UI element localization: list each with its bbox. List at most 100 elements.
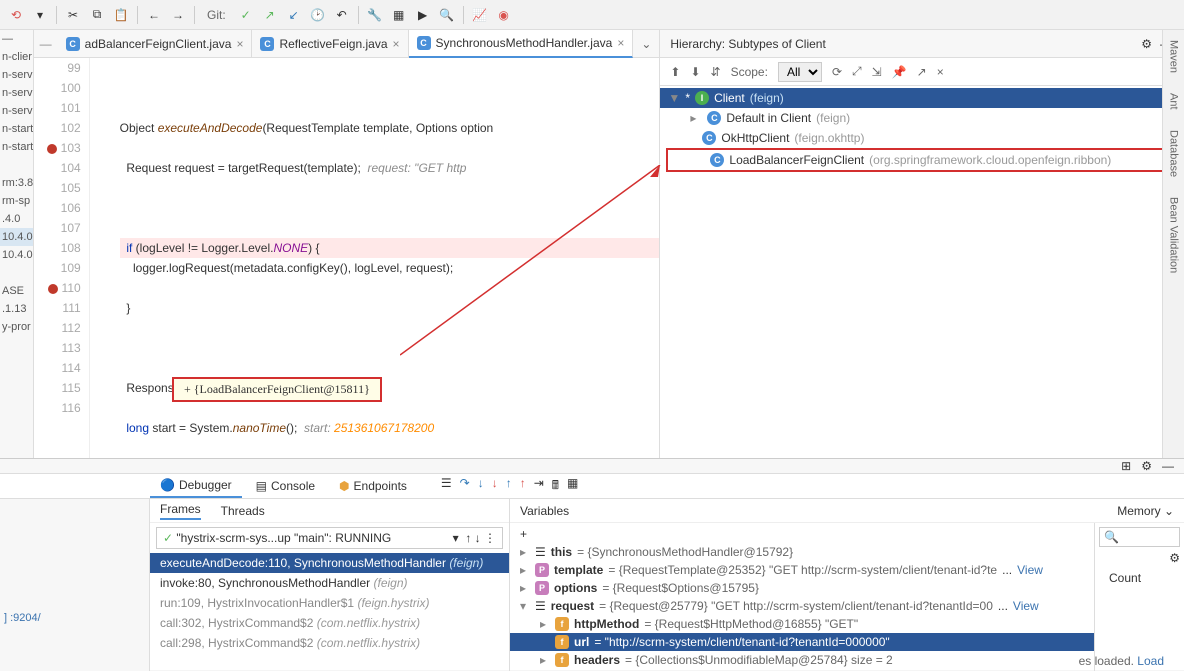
run-icon[interactable]: ▶ <box>415 7 431 23</box>
debugger-tab[interactable]: 🔵Debugger <box>150 474 242 498</box>
dropdown-icon[interactable]: ▾ <box>32 7 48 23</box>
hier-item-okhttp[interactable]: COkHttpClient (feign.okhttp) <box>660 128 1184 148</box>
back-icon[interactable]: ← <box>146 7 162 23</box>
step-over-icon[interactable]: ↷ <box>460 476 470 497</box>
close-icon[interactable]: × <box>617 36 624 50</box>
console-tab[interactable]: ▤Console <box>246 475 325 497</box>
var-row[interactable]: ▸f httpMethod = {Request$HttpMethod@1685… <box>510 615 1094 633</box>
hierarchy-title: Hierarchy: Subtypes of Client <box>670 37 825 51</box>
var-row[interactable]: ▸f headers = {Collections$UnmodifiableMa… <box>510 651 1094 669</box>
gear-icon[interactable]: ⚙ <box>1139 36 1155 52</box>
frame-item[interactable]: executeAndDecode:110, SynchronousMethodH… <box>150 553 509 573</box>
layout-icon[interactable]: ⊞ <box>1121 459 1131 473</box>
refresh-icon[interactable]: ⟳ <box>832 65 842 79</box>
run-cursor-icon[interactable]: ⇥ <box>534 476 544 497</box>
variables-list[interactable]: + ▸☰ this = {SynchronousMethodHandler@15… <box>510 523 1094 671</box>
line-gutter[interactable]: 99100101102 103 104105106107108109 110 1… <box>34 58 90 458</box>
debug-panel: ⊞ ⚙ — 🔵Debugger ▤Console ⬢Endpoints ☰ ↷ … <box>0 458 1184 670</box>
thread-selector[interactable]: ✓ "hystrix-scrm-sys...up "main": RUNNING… <box>156 527 503 549</box>
expand-icon[interactable]: ⤢ <box>852 64 862 79</box>
var-row[interactable]: ▸☰ this = {SynchronousMethodHandler@1579… <box>510 543 1094 561</box>
overflow-icon[interactable]: — <box>34 37 58 51</box>
fwd-icon[interactable]: → <box>170 7 186 23</box>
ant-tab[interactable]: Ant <box>1168 93 1180 110</box>
maven-tab[interactable]: Maven <box>1168 40 1180 73</box>
frame-item[interactable]: call:298, HystrixCommand$2 (com.netflix.… <box>150 633 509 653</box>
cut-icon[interactable]: ✂ <box>65 7 81 23</box>
hier-icon[interactable]: ⬆ <box>670 65 680 79</box>
threads-tab[interactable]: Threads <box>221 504 265 518</box>
paste-icon[interactable]: 📋 <box>113 7 129 23</box>
evaluate-icon[interactable]: 🖩 <box>552 476 559 497</box>
step-icon[interactable]: ☰ <box>441 476 452 497</box>
frames-tab[interactable]: Frames <box>160 502 201 520</box>
copy-icon[interactable]: ⧉ <box>89 7 105 23</box>
hier-item-loadbalancer[interactable]: CLoadBalancerFeignClient (org.springfram… <box>666 148 1178 172</box>
memory-label[interactable]: Memory <box>1117 504 1160 518</box>
status-loaded: es loaded. Load <box>1079 654 1164 668</box>
force-step-icon[interactable]: ↓ <box>492 476 498 497</box>
pin-icon[interactable]: 📌 <box>892 65 907 79</box>
step-out-icon[interactable]: ↑ <box>506 476 512 497</box>
git-push-icon[interactable]: ↗ <box>262 7 278 23</box>
var-row[interactable]: ▸P options = {Request$Options@15795} <box>510 579 1094 597</box>
drop-frame-icon[interactable]: ↑ <box>520 476 526 497</box>
tab-loadbalancer[interactable]: CadBalancerFeignClient.java× <box>58 30 253 58</box>
search-icon[interactable]: 🔍 <box>439 7 455 23</box>
bean-tab[interactable]: Bean Validation <box>1168 197 1180 273</box>
tab-reflective[interactable]: CReflectiveFeign.java× <box>252 30 408 58</box>
close-icon[interactable]: × <box>236 37 243 51</box>
hier-icon[interactable]: ⇵ <box>711 65 721 79</box>
variables-label: Variables <box>520 504 569 518</box>
memory-search[interactable]: 🔍 <box>1099 527 1180 547</box>
gear-icon[interactable]: ⚙ <box>1169 551 1180 565</box>
var-row[interactable]: ▸P template = {RequestTemplate@25352} "G… <box>510 561 1094 579</box>
status-link[interactable]: ] :9204/ <box>0 610 45 626</box>
coverage-icon[interactable]: ◉ <box>496 7 512 23</box>
gear-icon[interactable]: ⚙ <box>1141 459 1152 473</box>
main-toolbar: ⟲ ▾ ✂ ⧉ 📋 ← → Git: ✓ ↗ ↙ 🕑 ↶ 🔧 ▦ ▶ 🔍 📈 ◉ <box>0 0 1184 30</box>
count-header: Count <box>1099 565 1180 585</box>
tab-synchronous[interactable]: CSynchronousMethodHandler.java× <box>409 30 634 58</box>
git-history-icon[interactable]: 🕑 <box>310 7 326 23</box>
hier-item-client[interactable]: ▼*IClient (feign) <box>660 88 1184 108</box>
database-tab[interactable]: Database <box>1168 130 1180 177</box>
hierarchy-panel: Hierarchy: Subtypes of Client ⚙ — ⬆ ⬇ ⇵ … <box>659 30 1184 458</box>
debug-tooltip[interactable]: + {LoadBalancerFeignClient@15811} <box>172 377 382 402</box>
frame-item[interactable]: call:302, HystrixCommand$2 (com.netflix.… <box>150 613 509 633</box>
close-icon[interactable]: × <box>937 65 944 79</box>
hier-item-default[interactable]: ▸CDefault in Client (feign) <box>660 108 1184 128</box>
memory-panel: 🔍 ⚙ Count <box>1094 523 1184 671</box>
scope-select[interactable]: All <box>778 62 822 82</box>
export-icon[interactable]: ↗ <box>917 65 927 79</box>
editor-tabs: — CadBalancerFeignClient.java× CReflecti… <box>34 30 660 58</box>
autoscroll-icon[interactable]: ⇲ <box>872 65 882 79</box>
project-icon[interactable]: ▦ <box>391 7 407 23</box>
step-into-icon[interactable]: ↓ <box>478 476 484 497</box>
tabs-dropdown-icon[interactable]: ⌄ <box>633 37 659 51</box>
breakpoint-icon[interactable] <box>47 144 57 154</box>
git-commit-icon[interactable]: ✓ <box>238 7 254 23</box>
trace-icon[interactable]: ▦ <box>567 476 578 497</box>
git-pull-icon[interactable]: ↙ <box>286 7 302 23</box>
sync-icon[interactable]: ⟲ <box>8 7 24 23</box>
var-row[interactable]: f url = "http://scrm-system/client/tenan… <box>510 633 1094 651</box>
git-label: Git: <box>207 8 226 22</box>
close-icon[interactable]: × <box>393 37 400 51</box>
frame-item[interactable]: run:109, HystrixInvocationHandler$1 (fei… <box>150 593 509 613</box>
git-revert-icon[interactable]: ↶ <box>334 7 350 23</box>
profile-icon[interactable]: 📈 <box>472 7 488 23</box>
debug-sidebar[interactable] <box>0 499 150 671</box>
hierarchy-tree[interactable]: ▼*IClient (feign) ▸CDefault in Client (f… <box>660 86 1184 458</box>
hide-icon[interactable]: — <box>1162 459 1174 473</box>
frame-item[interactable]: invoke:80, SynchronousMethodHandler (fei… <box>150 573 509 593</box>
add-icon[interactable]: + <box>520 527 527 541</box>
hier-icon[interactable]: ⬇ <box>690 65 700 79</box>
endpoints-tab[interactable]: ⬢Endpoints <box>329 475 417 497</box>
var-row[interactable]: ▾☰ request = {Request@25779} "GET http:/… <box>510 597 1094 615</box>
breakpoint-icon[interactable] <box>48 284 58 294</box>
frame-list[interactable]: executeAndDecode:110, SynchronousMethodH… <box>150 553 509 653</box>
build-icon[interactable]: 🔧 <box>367 7 383 23</box>
project-tree-truncated[interactable]: —n-cliern-servn-servn-servn-startn-start… <box>0 30 34 458</box>
scope-label: Scope: <box>731 65 768 79</box>
